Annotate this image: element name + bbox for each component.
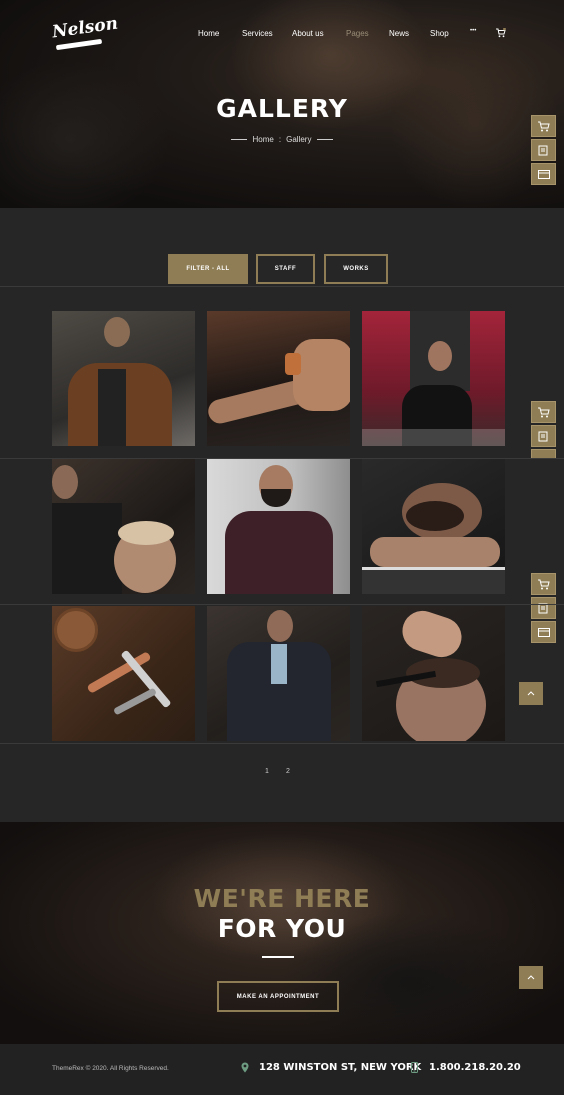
gallery-item[interactable] [207, 459, 350, 594]
cart-icon[interactable] [496, 28, 506, 38]
copyright: ThemeRex © 2020. All Rights Reserved. [52, 1065, 169, 1072]
scroll-to-top-button[interactable] [519, 682, 543, 705]
gallery-item[interactable] [207, 606, 350, 741]
phone-icon [411, 1062, 418, 1073]
chevron-up-icon [527, 975, 535, 980]
nav-item-shop[interactable]: Shop [430, 29, 449, 38]
breadcrumb: Home: Gallery [0, 135, 564, 144]
more-menu-icon[interactable]: ••• [470, 28, 476, 34]
make-appointment-button[interactable]: MAKE AN APPOINTMENT [217, 981, 339, 1012]
documents-icon [538, 431, 548, 442]
cart-icon [538, 121, 550, 132]
gallery-item[interactable] [52, 459, 195, 594]
gallery-filters: FILTER - ALL STAFF WORKS [0, 254, 564, 284]
breadcrumb-current: Gallery [286, 135, 312, 144]
filter-works-button[interactable]: WORKS [324, 254, 388, 284]
nav-item-about[interactable]: About us [292, 29, 324, 38]
footer: ThemeRex © 2020. All Rights Reserved. 12… [0, 1044, 564, 1095]
side-docs-button[interactable] [531, 597, 556, 619]
divider [0, 604, 564, 605]
gallery-item[interactable] [207, 311, 350, 446]
chevron-up-icon [527, 691, 535, 696]
side-docs-button[interactable] [531, 425, 556, 447]
divider [0, 286, 564, 287]
side-card-button[interactable] [531, 163, 556, 185]
main-nav: Home Services About us Pages News Shop •… [0, 28, 564, 41]
side-cart-button[interactable] [531, 573, 556, 595]
gallery-item[interactable] [362, 459, 505, 594]
nav-item-home[interactable]: Home [198, 29, 219, 38]
documents-icon [538, 145, 548, 156]
breadcrumb-home[interactable]: Home [253, 135, 274, 144]
side-cart-button[interactable] [531, 401, 556, 423]
nav-item-services[interactable]: Services [242, 29, 273, 38]
filter-all-button[interactable]: FILTER - ALL [168, 254, 248, 284]
cta-section: WE'RE HERE FOR YOU MAKE AN APPOINTMENT [0, 822, 564, 1044]
nav-item-pages[interactable]: Pages [346, 29, 369, 38]
gallery-item[interactable] [362, 606, 505, 741]
gallery-item[interactable] [52, 606, 195, 741]
credit-card-icon [538, 170, 550, 179]
gallery-item[interactable] [362, 311, 505, 446]
cta-heading-line2: FOR YOU [217, 914, 347, 943]
side-card-button[interactable] [531, 621, 556, 643]
divider [262, 956, 294, 958]
page-link-2[interactable]: 2 [286, 768, 290, 775]
cta-heading-line1: WE'RE HERE [193, 884, 371, 913]
scroll-to-top-button[interactable] [519, 966, 543, 989]
page-title: GALLERY [216, 94, 348, 123]
footer-address: 128 WINSTON ST, NEW YORK [259, 1062, 422, 1073]
page-link-1[interactable]: 1 [265, 768, 269, 775]
nav-item-news[interactable]: News [389, 29, 409, 38]
side-cart-button[interactable] [531, 115, 556, 137]
filter-staff-button[interactable]: STAFF [256, 254, 315, 284]
side-docs-button[interactable] [531, 139, 556, 161]
divider [0, 743, 564, 744]
cart-icon [538, 579, 550, 590]
map-pin-icon [241, 1062, 249, 1073]
footer-phone[interactable]: 1.800.218.20.20 [429, 1062, 521, 1073]
gallery-item[interactable] [52, 311, 195, 446]
credit-card-icon [538, 628, 550, 637]
cart-icon [538, 407, 550, 418]
